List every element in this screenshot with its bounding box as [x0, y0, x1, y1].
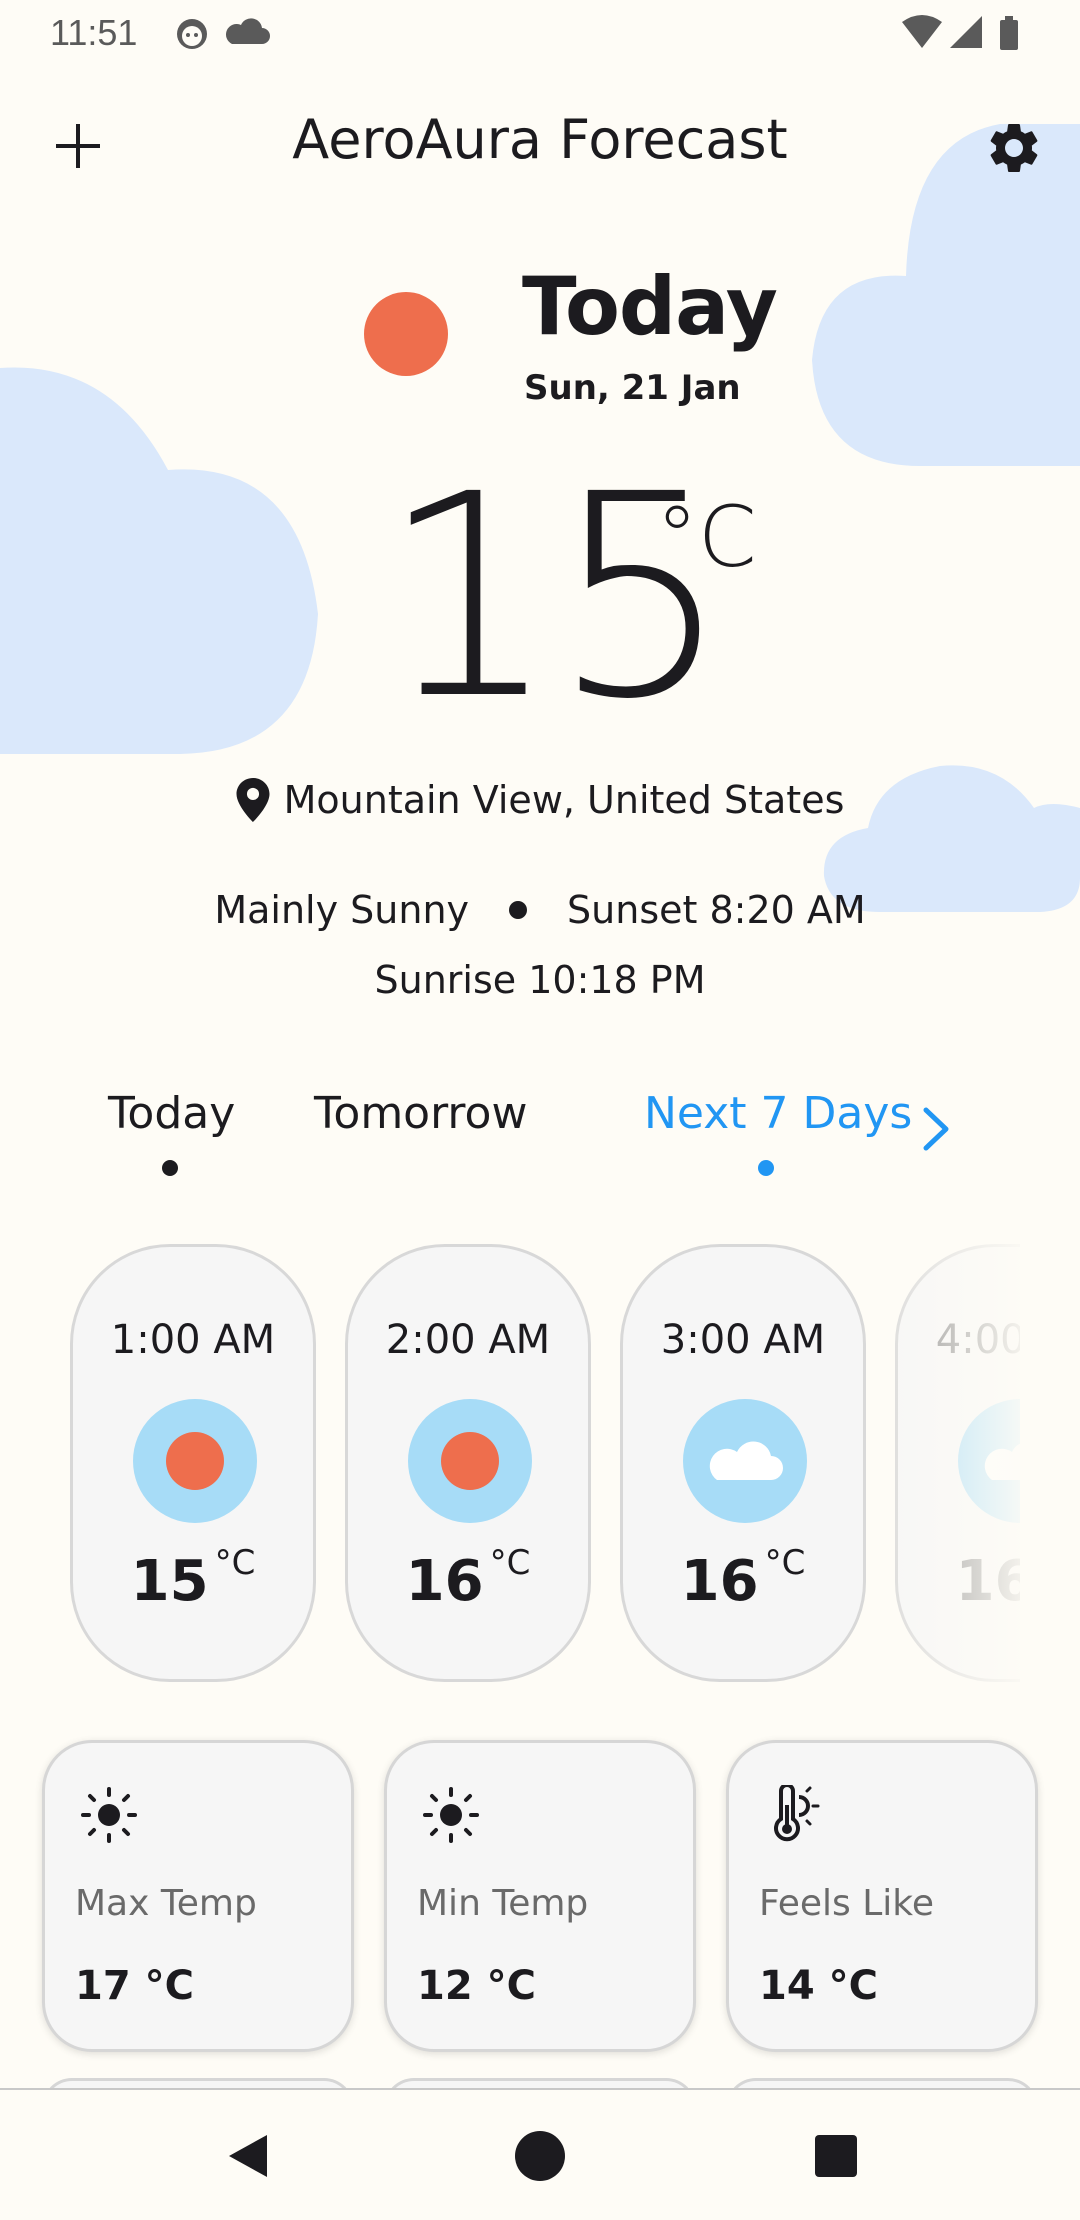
hour-temp: 16	[955, 1549, 1020, 1614]
settings-button[interactable]	[974, 108, 1054, 188]
stat-label: Max Temp	[75, 1883, 257, 1924]
hour-temp: 15	[130, 1549, 209, 1614]
hour-unit: °C	[764, 1543, 806, 1583]
sun-icon	[81, 1787, 137, 1843]
stat-label: Feels Like	[759, 1883, 935, 1924]
condition-row: Mainly Sunny Sunset 8:20 AM	[0, 888, 1080, 932]
app-title: AeroAura Forecast	[292, 108, 788, 171]
hourly-card[interactable]: 2:00 AM 16 °C	[345, 1244, 591, 1682]
next-arrow-button[interactable]	[916, 1104, 956, 1158]
location-row[interactable]: Mountain View, United States	[0, 778, 1080, 822]
tab-next-7-days[interactable]: Next 7 Days	[644, 1088, 912, 1139]
stat-card-feels-like[interactable]: Feels Like 14 °C	[726, 1740, 1038, 2052]
cloud-decoration-left	[0, 367, 318, 754]
hour-temp-wrap: 15 °C	[73, 1543, 313, 1614]
temperature-unit: °C	[656, 488, 757, 586]
hour-temp: 16	[680, 1549, 759, 1614]
hour-time: 4:00 AM	[935, 1317, 1020, 1363]
tab-today-indicator	[162, 1160, 178, 1176]
cloud-icon	[683, 1399, 807, 1523]
stat-value: 14 °C	[759, 1963, 878, 2009]
hour-temp: 16	[405, 1549, 484, 1614]
hour-temp-wrap: 16°C	[348, 1543, 588, 1614]
hour-time: 2:00 AM	[385, 1317, 551, 1363]
stat-value: 12 °C	[417, 1963, 536, 2009]
condition-label: Mainly Sunny	[214, 888, 470, 932]
hourly-card[interactable]: 3:00 AM 16 °C	[620, 1244, 866, 1682]
stat-card-min-temp[interactable]: Min Temp 12 °C	[384, 1740, 696, 2052]
gear-icon	[990, 123, 1038, 172]
sunrise-label: Sunrise 10:18 PM	[374, 958, 706, 1002]
sun-icon	[364, 292, 448, 376]
cloud-icon	[958, 1399, 1020, 1523]
day-date: Sun, 21 Jan	[524, 368, 741, 408]
sun-icon	[423, 1787, 479, 1843]
hour-time: 1:00 AM	[110, 1317, 276, 1363]
tab-next-7-days-indicator	[758, 1160, 774, 1176]
hourly-forecast-list[interactable]: 1:00 AM 15 °C 2:00 AM 16 °C 3:00 AM 16 °C 4…	[70, 1244, 1020, 1684]
recents-square-icon	[815, 2135, 857, 2177]
day-title: Today	[522, 260, 778, 353]
hourly-card[interactable]: 4:00 AM 16°C	[895, 1244, 1020, 1682]
nav-back-button[interactable]	[218, 2126, 278, 2186]
separator-dot	[509, 901, 528, 919]
sun-icon	[133, 1399, 257, 1523]
sunset-label: Sunset 8:20 AM	[567, 888, 866, 932]
hour-temp-wrap: 16°C	[898, 1549, 1020, 1614]
hour-unit: °C	[214, 1543, 256, 1583]
hourly-card[interactable]: 1:00 AM 15 °C	[70, 1244, 316, 1682]
chevron-right-icon	[923, 1107, 949, 1151]
nav-recents-button[interactable]	[806, 2126, 866, 2186]
location-pin-icon	[236, 778, 270, 822]
hour-unit: °C	[489, 1543, 531, 1583]
nav-home-button[interactable]	[510, 2126, 570, 2186]
hour-time: 3:00 AM	[660, 1317, 826, 1363]
home-circle-icon	[515, 2131, 565, 2181]
stat-card-max-temp[interactable]: Max Temp 17 °C	[42, 1740, 354, 2052]
stat-label: Min Temp	[417, 1883, 589, 1924]
tab-tomorrow[interactable]: Tomorrow	[314, 1088, 527, 1139]
tab-today[interactable]: Today	[108, 1088, 235, 1139]
sun-icon	[408, 1399, 532, 1523]
stat-value: 17 °C	[75, 1963, 194, 2009]
location-label: Mountain View, United States	[283, 778, 845, 822]
hour-temp-wrap: 16°C	[623, 1543, 863, 1614]
back-triangle-icon	[229, 2135, 267, 2177]
thermometer-icon	[774, 1785, 820, 1842]
system-navigation-bar	[0, 2088, 1080, 2220]
